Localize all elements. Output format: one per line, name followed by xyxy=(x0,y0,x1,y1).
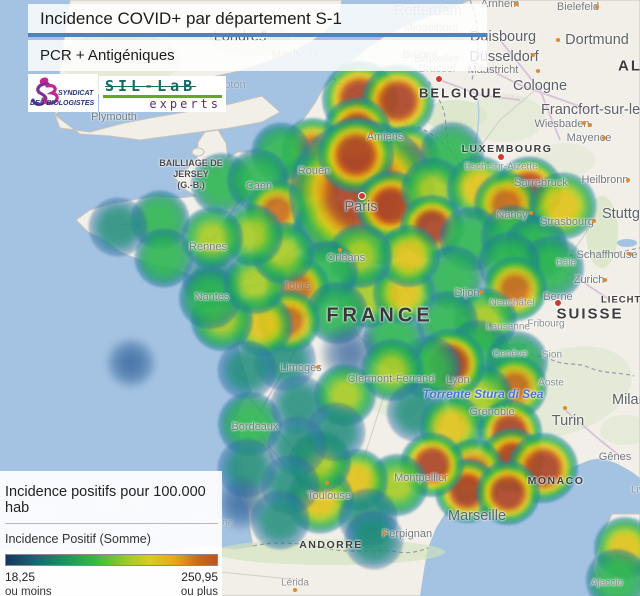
legend-max-value: 250,95 xyxy=(181,570,218,584)
heat-blob-red[interactable] xyxy=(476,461,540,525)
sil-lab-experts-logo: SIL-LaB experts xyxy=(99,76,226,112)
page-subtitle: PCR + Antigéniques xyxy=(40,47,175,64)
heat-blob-teal[interactable] xyxy=(250,490,310,550)
legend-field-label: Incidence Positif (Somme) xyxy=(5,532,151,546)
syndicat-des-biologistes-logo: SYNDICAT DES BIOLOGISTES xyxy=(28,74,98,112)
sil-lab-wordmark: SIL-LaB xyxy=(105,77,197,95)
legend-divider xyxy=(5,523,218,524)
heat-blob-green[interactable] xyxy=(134,228,194,288)
sil-lab-experts-label: experts xyxy=(149,97,221,111)
legend-min-label: ou moins xyxy=(5,586,52,596)
report-subtitle-bar: PCR + Antigéniques xyxy=(28,40,487,71)
heat-blob-teal[interactable] xyxy=(217,340,277,400)
legend-gradient-bar xyxy=(5,554,218,566)
legend-title: Incidence positifs pour 100.000 hab xyxy=(5,484,206,516)
syndicat-label-line1: SYNDICAT xyxy=(58,90,94,97)
heat-blob-teal[interactable] xyxy=(344,510,404,570)
heat-blob-dark[interactable] xyxy=(106,338,156,388)
report-title-bar: Incidence COVID+ par département S-1 xyxy=(28,4,487,37)
syndicat-label-line2: DES BIOLOGISTES xyxy=(30,100,95,107)
legend-min-value: 18,25 xyxy=(5,570,36,584)
legend-max-label: ou plus xyxy=(180,586,218,596)
map-canvas[interactable]: BELGIQUE LUXEMBOURG FRANCE SUISSE ANDORRE MON… xyxy=(0,0,640,596)
legend-panel: Incidence positifs pour 100.000 hab Inci… xyxy=(0,471,222,596)
page-title: Incidence COVID+ par département S-1 xyxy=(40,9,342,28)
